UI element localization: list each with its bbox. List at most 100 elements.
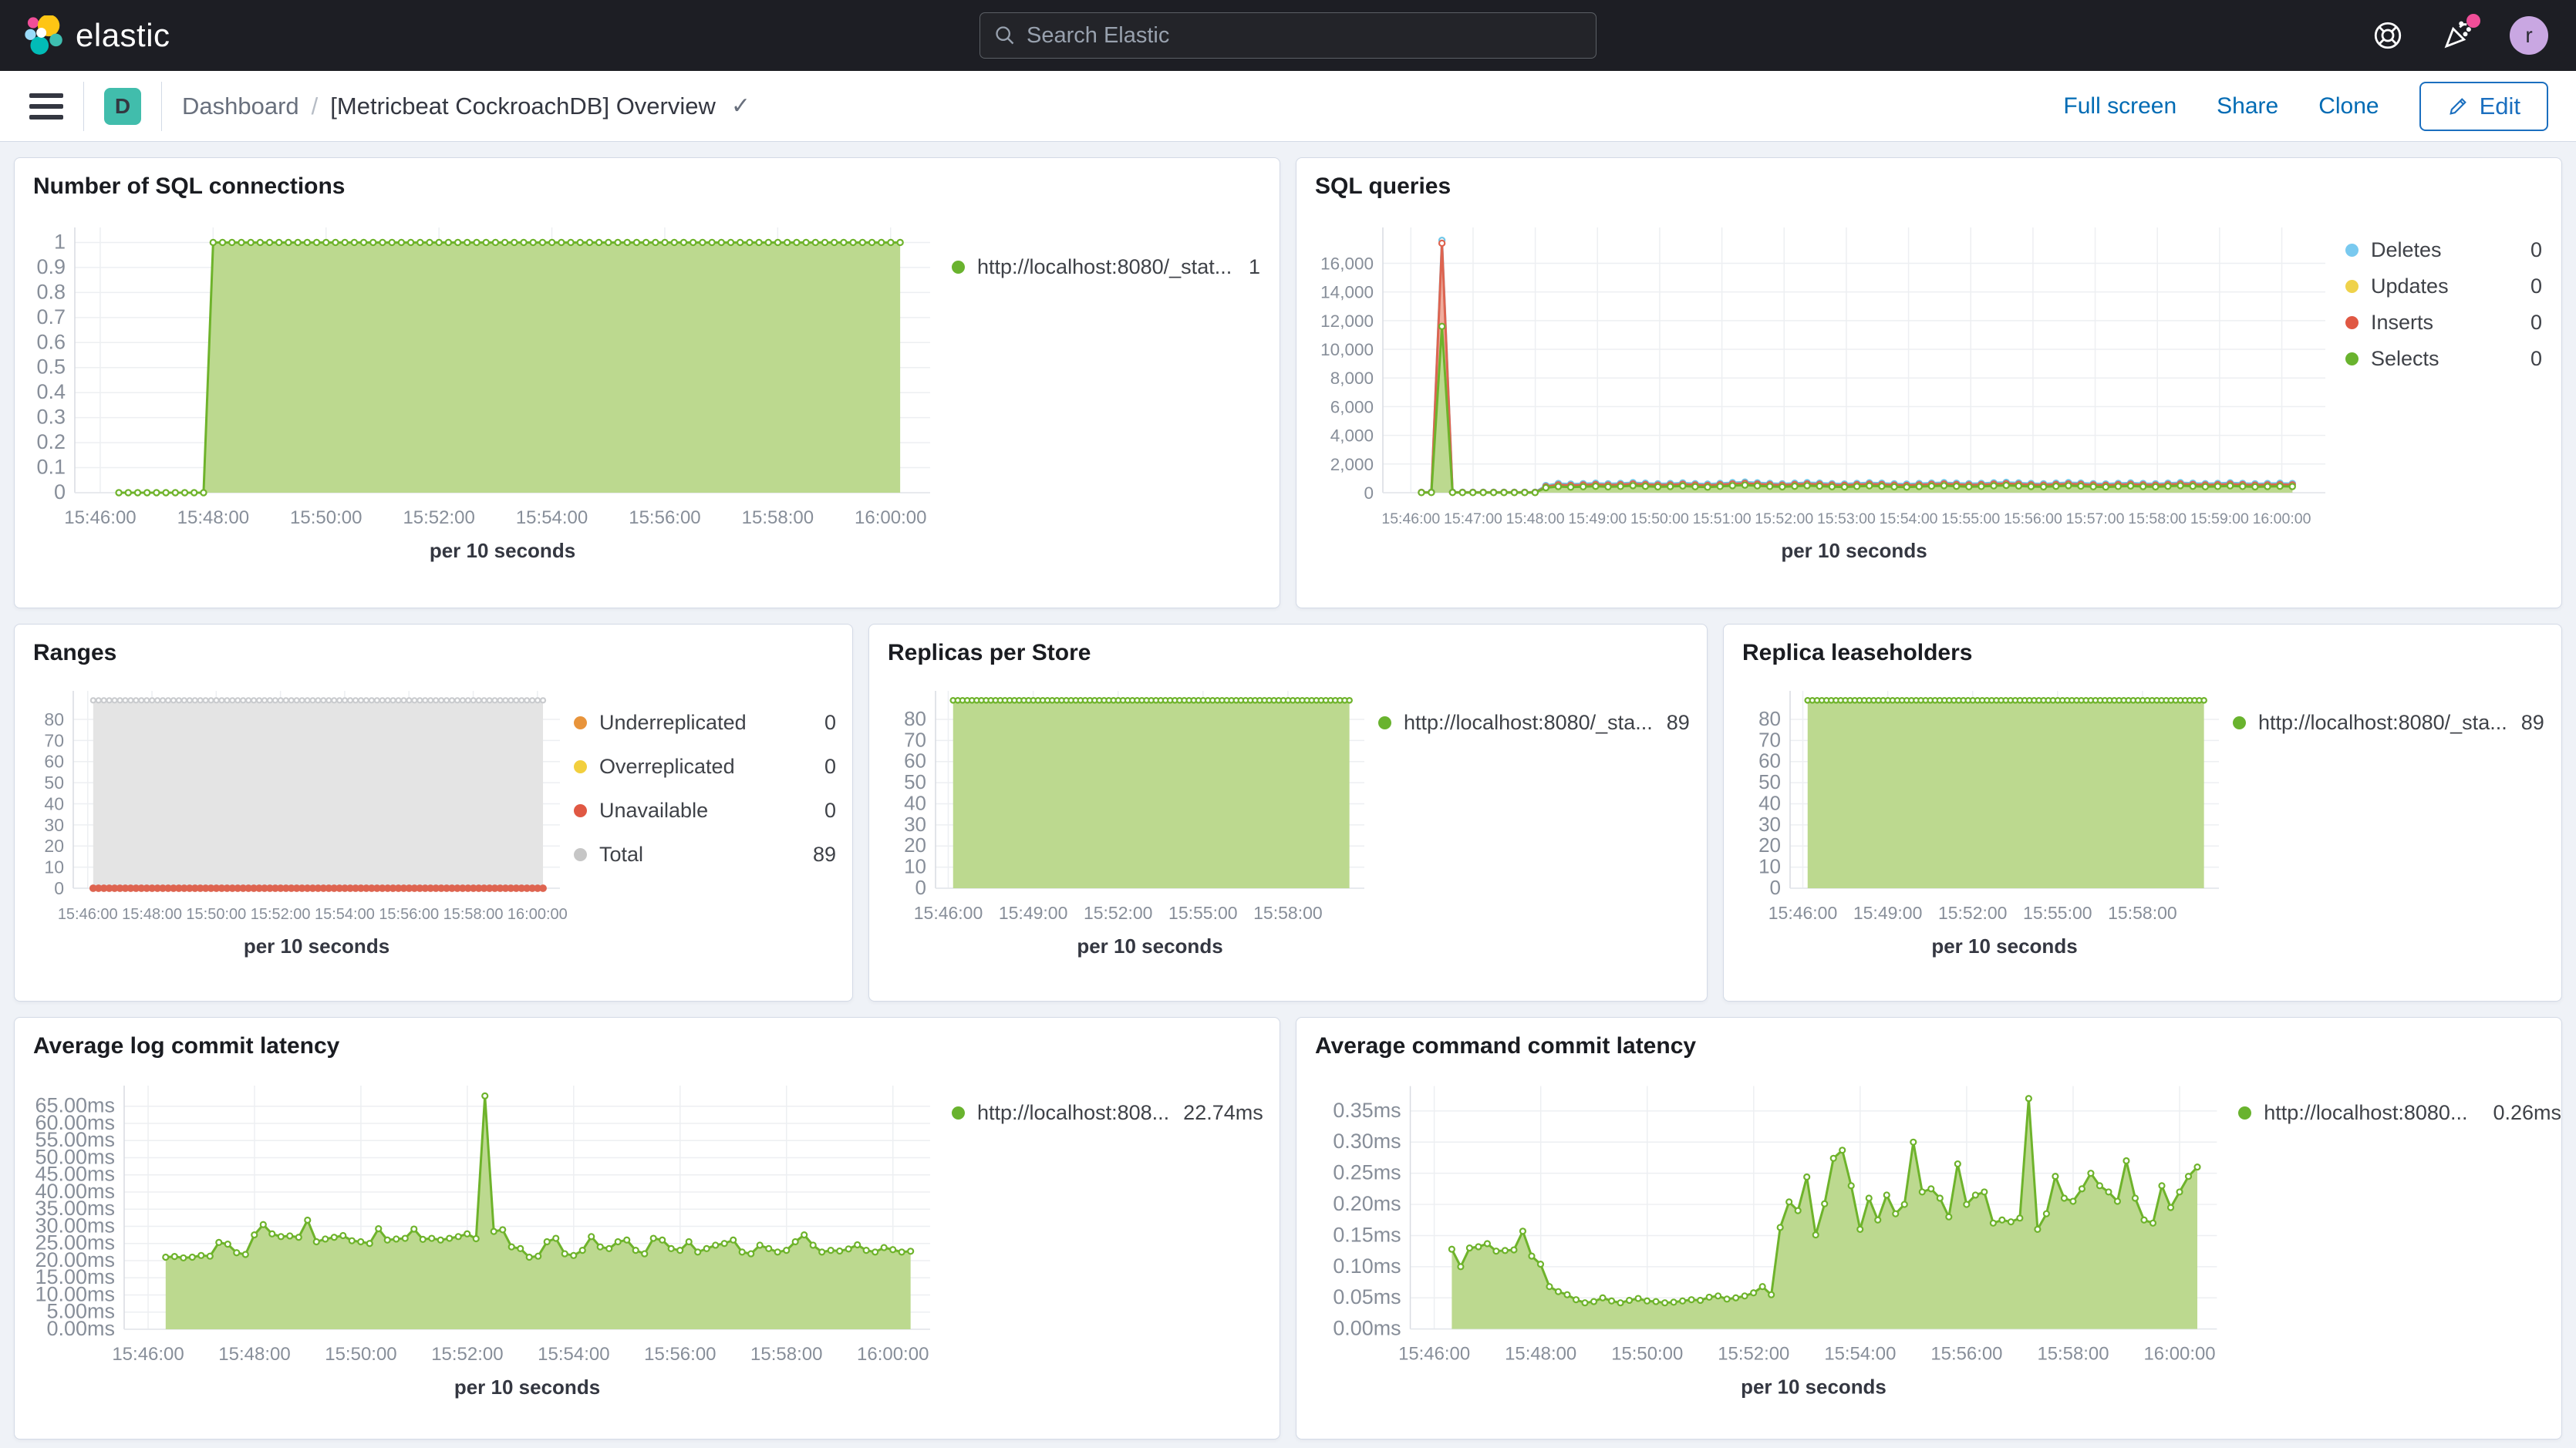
legend-value: 0 [811,711,836,735]
svg-text:15:46:00: 15:46:00 [1398,1344,1470,1365]
legend-value: 1 [1235,255,1260,279]
panel-c3: Ranges8070605040302010015:46:0015:48:001… [14,624,853,1002]
chart-c1[interactable]: 10.90.80.70.60.50.40.30.20.1015:46:0015:… [15,204,952,568]
svg-text:15:56:00: 15:56:00 [629,507,700,528]
edit-button[interactable]: Edit [2419,82,2548,131]
svg-text:15:48:00: 15:48:00 [1506,510,1565,527]
legend-item[interactable]: http://localhost:8080... 0.26ms [2238,1101,2561,1125]
legend-item[interactable]: http://localhost:8080/_sta...89 [2233,711,2541,735]
legend-item[interactable]: Updates0 [2345,274,2542,298]
legend-item[interactable]: Overreplicated0 [574,755,836,779]
svg-text:16:00:00: 16:00:00 [507,906,568,923]
search-placeholder: Search Elastic [1027,23,1169,49]
breadcrumb-separator: / [312,93,319,120]
dashboard-grid: Number of SQL connections10.90.80.70.60.… [0,142,2576,1448]
top-nav: elastic Search Elastic r [0,0,2576,71]
legend-item[interactable]: Inserts0 [2345,311,2542,335]
svg-text:30: 30 [44,815,64,835]
elastic-logo-icon [23,15,63,56]
svg-text:15:46:00: 15:46:00 [914,903,983,923]
svg-text:per 10 seconds: per 10 seconds [454,1376,600,1399]
svg-text:15:48:00: 15:48:00 [1505,1344,1576,1365]
svg-text:0.00ms: 0.00ms [1333,1317,1401,1340]
legend-dot [952,1106,965,1120]
legend-item[interactable]: http://localhost:8080/_sta...89 [1378,711,1687,735]
svg-text:15:56:00: 15:56:00 [1930,1344,2002,1365]
global-search[interactable]: Search Elastic [979,12,1597,59]
svg-text:15:46:00: 15:46:00 [58,906,118,923]
svg-text:70: 70 [1758,728,1781,751]
svg-text:15:54:00: 15:54:00 [315,906,375,923]
svg-text:0.25ms: 0.25ms [1333,1161,1401,1184]
svg-text:15:50:00: 15:50:00 [325,1344,396,1365]
svg-text:15:53:00: 15:53:00 [1817,510,1876,527]
pencil-icon [2447,96,2469,117]
panel-title: SQL queries [1296,158,2561,204]
svg-text:0.30ms: 0.30ms [1333,1130,1401,1153]
panel-row-3: Average log commit latency65.00ms60.00ms… [14,1017,2562,1440]
elastic-logo[interactable]: elastic [23,15,170,56]
chart-c7[interactable]: 0.35ms0.30ms0.25ms0.20ms0.15ms0.10ms0.05… [1296,1064,2238,1403]
svg-text:1: 1 [54,230,66,253]
legend-dot [2238,1106,2251,1120]
legend-item[interactable]: Deletes0 [2345,238,2542,262]
edit-button-label: Edit [2480,93,2520,120]
panel-c1: Number of SQL connections10.90.80.70.60.… [14,157,1280,608]
svg-text:0.6: 0.6 [36,330,66,353]
legend-value: 0 [2517,238,2542,262]
svg-text:0.2: 0.2 [36,430,66,453]
menu-icon[interactable] [29,93,63,120]
news-icon[interactable] [2440,19,2474,52]
legend-item[interactable]: http://localhost:808...22.74ms [952,1101,1260,1125]
svg-text:0.7: 0.7 [36,305,66,328]
svg-text:15:56:00: 15:56:00 [379,906,439,923]
svg-text:0.05ms: 0.05ms [1333,1285,1401,1308]
svg-text:14,000: 14,000 [1320,283,1374,302]
panel-title: Average log commit latency [15,1018,1280,1064]
svg-text:0.10ms: 0.10ms [1333,1254,1401,1278]
svg-text:0: 0 [915,876,926,899]
avatar[interactable]: r [2510,16,2548,55]
chart-c4[interactable]: 8070605040302010015:46:0015:49:0015:52:0… [869,671,1378,962]
legend-label: http://localhost:8080/_sta... [2258,711,2507,735]
legend-item[interactable]: http://localhost:8080/_stat...1 [952,255,1260,279]
legend-item[interactable]: Selects0 [2345,347,2542,371]
legend-value: 89 [1653,711,1690,735]
svg-text:0.15ms: 0.15ms [1333,1223,1401,1246]
svg-text:per 10 seconds: per 10 seconds [244,934,389,958]
brand-text: elastic [76,17,170,54]
svg-text:0.20ms: 0.20ms [1333,1192,1401,1215]
clone-button[interactable]: Clone [2318,93,2379,120]
svg-text:15:58:00: 15:58:00 [750,1344,822,1365]
svg-text:15:50:00: 15:50:00 [186,906,246,923]
svg-text:15:54:00: 15:54:00 [538,1344,609,1365]
svg-text:15:54:00: 15:54:00 [1824,1344,1896,1365]
legend-item[interactable]: Unavailable0 [574,799,836,823]
breadcrumb-dashboard[interactable]: Dashboard [182,93,299,120]
help-icon[interactable] [2371,19,2405,52]
legend-label: http://localhost:8080... [2264,1101,2467,1125]
chart-c3[interactable]: 8070605040302010015:46:0015:48:0015:50:0… [15,671,574,962]
svg-text:16:00:00: 16:00:00 [855,507,926,528]
chart-c6[interactable]: 65.00ms60.00ms55.00ms50.00ms45.00ms40.00… [15,1064,952,1403]
search-icon [994,25,1016,46]
share-button[interactable]: Share [2217,93,2278,120]
chart-c2[interactable]: 16,00014,00012,00010,0008,0006,0004,0002… [1296,204,2345,568]
svg-text:15:49:00: 15:49:00 [999,903,1068,923]
svg-text:10: 10 [904,855,926,878]
svg-text:15:48:00: 15:48:00 [218,1344,290,1365]
svg-text:80: 80 [904,707,926,730]
legend: http://localhost:808...22.74ms [952,1101,1260,1403]
legend-value: 0.26ms [2479,1101,2561,1125]
svg-text:15:58:00: 15:58:00 [2108,903,2177,923]
full-screen-button[interactable]: Full screen [2063,93,2176,120]
svg-text:60: 60 [44,752,64,772]
chart-c5[interactable]: 8070605040302010015:46:0015:49:0015:52:0… [1724,671,2233,962]
svg-text:20: 20 [904,833,926,857]
svg-text:15:48:00: 15:48:00 [122,906,182,923]
legend-item[interactable]: Total89 [574,843,836,867]
check-icon[interactable]: ✓ [731,93,750,120]
legend-item[interactable]: Underreplicated0 [574,711,836,735]
svg-text:15:52:00: 15:52:00 [1084,903,1153,923]
dashboard-app-badge[interactable]: D [104,88,141,125]
